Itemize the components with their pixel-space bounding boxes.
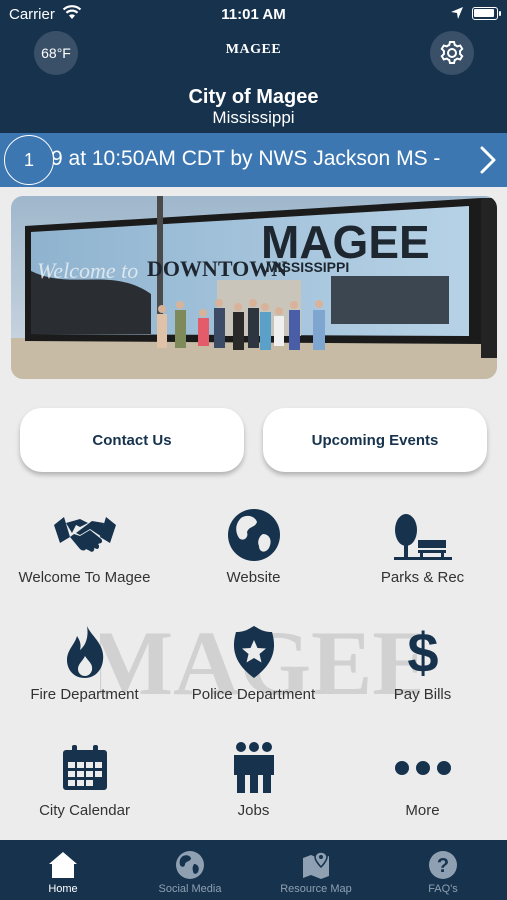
globe-icon <box>127 850 253 880</box>
gear-icon <box>440 41 464 64</box>
tab-label: Home <box>48 883 78 895</box>
settings-button[interactable] <box>430 31 474 75</box>
svg-text:$: $ <box>407 624 438 680</box>
tile-parks-rec[interactable]: Parks & Rec <box>338 505 507 586</box>
tab-home[interactable]: Home <box>0 840 126 900</box>
upcoming-events-button[interactable]: Upcoming Events <box>263 408 487 472</box>
page-title: City of Magee <box>188 86 319 108</box>
sign-script-text: Welcome to <box>37 258 138 283</box>
battery-icon <box>472 7 501 20</box>
globe-icon <box>169 505 338 565</box>
tile-pay-bills[interactable]: $ Pay Bills <box>338 622 507 703</box>
tile-label: City Calendar <box>39 802 130 819</box>
tile-website[interactable]: Website <box>169 505 338 586</box>
status-bar: Carrier 11:01 AM <box>0 0 507 28</box>
tab-label: Resource Map <box>280 883 352 895</box>
tile-label: Parks & Rec <box>380 569 465 586</box>
more-dots-icon <box>338 738 507 798</box>
police-badge-icon <box>169 622 338 682</box>
tile-label: Jobs <box>237 802 270 819</box>
tab-resource-map[interactable]: Resource Map <box>253 840 379 900</box>
location-arrow-icon <box>450 6 464 24</box>
tab-label: Social Media <box>158 883 222 895</box>
alert-ticker-text: 9 at 10:50AM CDT by NWS Jackson MS - <box>51 147 441 170</box>
tile-city-calendar[interactable]: City Calendar <box>0 738 169 819</box>
banner-photo: Welcome to DOWNTOWN MAGEE MISSISSIPPI <box>11 196 497 379</box>
flame-icon <box>0 622 169 682</box>
tab-label: FAQ's <box>428 883 458 895</box>
tile-welcome-to-magee[interactable]: Welcome To Magee <box>0 505 169 586</box>
tile-more[interactable]: More <box>338 738 507 819</box>
tile-label: Fire Department <box>30 686 139 703</box>
svg-text:?: ? <box>437 855 449 877</box>
park-bench-icon <box>338 505 507 565</box>
chevron-right-icon[interactable] <box>476 145 500 180</box>
tile-jobs[interactable]: Jobs <box>169 738 338 819</box>
tab-social-media[interactable]: Social Media <box>127 840 253 900</box>
tile-police-department[interactable]: Police Department <box>169 622 338 703</box>
tile-label: Police Department <box>191 686 316 703</box>
alert-count-badge[interactable]: 1 <box>4 135 54 185</box>
clock: 11:01 AM <box>221 6 286 23</box>
tile-label: Pay Bills <box>393 686 452 703</box>
home-icon <box>0 850 126 880</box>
tile-fire-department[interactable]: Fire Department <box>0 622 169 703</box>
sign-state-text: MISSISSIPPI <box>266 259 349 275</box>
people-icon <box>169 738 338 798</box>
bottom-tab-bar: Home Social Media Resource Map ? FAQ's <box>0 840 507 900</box>
question-icon: ? <box>380 850 506 880</box>
dollar-icon: $ <box>338 622 507 682</box>
calendar-icon <box>0 738 169 798</box>
handshake-icon <box>0 505 169 565</box>
tile-label: More <box>405 802 440 819</box>
page-subtitle: Mississippi <box>212 108 295 127</box>
tab-faqs[interactable]: ? FAQ's <box>380 840 506 900</box>
tile-label: Welcome To Magee <box>18 569 151 586</box>
app-header: Carrier 11:01 AM 68°F MAGEE City of Mage… <box>0 0 507 133</box>
map-icon <box>253 850 379 880</box>
tile-label: Website <box>226 569 281 586</box>
alert-ticker[interactable]: 9 at 10:50AM CDT by NWS Jackson MS - 1 <box>0 133 507 187</box>
contact-us-button[interactable]: Contact Us <box>20 408 244 472</box>
